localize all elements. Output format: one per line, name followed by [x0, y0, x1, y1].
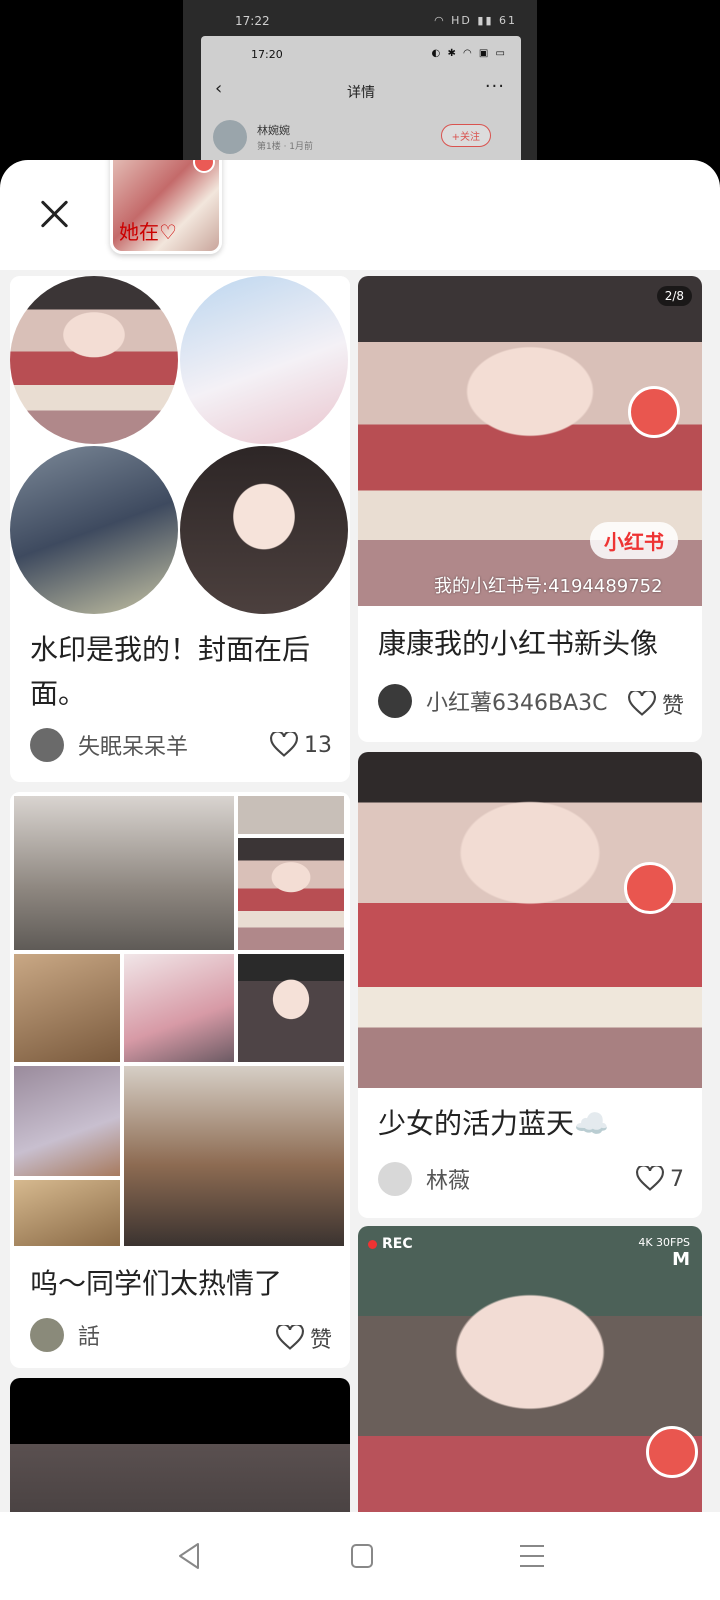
sticker-icon — [646, 1426, 698, 1478]
sticker-icon — [193, 160, 215, 173]
grid-photo — [124, 1066, 344, 1246]
collage-photo — [10, 276, 178, 444]
inner-status-icons: ◐ ✱ ◠ ▣ ▭ — [431, 48, 507, 59]
like-count: 赞 — [309, 1328, 332, 1353]
status-time: 17:22 — [235, 14, 270, 28]
like-count: 7 — [670, 1166, 684, 1192]
like-count: 13 — [304, 732, 332, 758]
result-card-3[interactable]: 呜～同学们太热情了 話 赞 — [10, 792, 350, 1368]
card-image: 2/8 小红书 我的小红书号:4194489752 — [358, 276, 702, 606]
collage-photo — [180, 276, 348, 444]
card-author: 林薇 — [378, 1162, 470, 1196]
query-image-thumbnail[interactable]: 她在♡ — [110, 160, 222, 254]
more-icon: ··· — [484, 76, 505, 97]
like-button[interactable]: 13 — [270, 732, 332, 758]
card-author: 小红薯6346BA3C — [378, 684, 608, 718]
grid-photo — [124, 954, 234, 1062]
follow-button: +关注 — [440, 124, 491, 147]
author-name: 話 — [78, 1325, 101, 1350]
watermark-text: 我的小红书号:4194489752 — [434, 576, 663, 597]
status-icons: ◠ HD ▮▮ 61 — [434, 14, 517, 27]
result-card-1[interactable]: 水印是我的！封面在后面。 失眠呆呆羊 13 — [10, 276, 350, 782]
card-title: 水印是我的！封面在后面。 — [30, 633, 311, 710]
close-icon[interactable] — [30, 190, 78, 238]
sticker-icon — [628, 386, 680, 438]
card-title: 呜～同学们太热情了 — [30, 1267, 283, 1300]
heart-icon — [636, 1166, 664, 1191]
home-icon[interactable] — [344, 1538, 380, 1574]
heart-icon — [270, 732, 298, 757]
card-title: 康康我的小红书新头像 — [378, 627, 659, 660]
card-image: REC 4K 30FPS M — [358, 1226, 702, 1512]
thumbnail-scribble: 她在♡ — [119, 220, 177, 244]
sticker-icon — [624, 862, 676, 914]
inner-status-time: 17:20 — [251, 48, 283, 61]
hud-mode: M — [672, 1249, 690, 1270]
hud-resolution: 4K 30FPS — [638, 1236, 690, 1249]
avatar — [213, 120, 247, 154]
avatar — [30, 1318, 64, 1352]
author-name: 小红薯6346BA3C — [426, 691, 608, 716]
collage-photo — [180, 446, 348, 614]
camera-hud: 4K 30FPS M — [638, 1236, 690, 1270]
grid-photo — [238, 954, 344, 1062]
grid-photo — [14, 1180, 120, 1246]
like-count: 赞 — [661, 694, 684, 719]
grid-photo — [238, 796, 344, 834]
avatar — [378, 684, 412, 718]
results-feed: 水印是我的！封面在后面。 失眠呆呆羊 13 2/8 小红书 我的小红书号:419… — [0, 270, 720, 1512]
author-name: 林薇 — [426, 1169, 471, 1194]
back-icon[interactable] — [172, 1538, 208, 1574]
image-search-sheet: 她在♡ 水印是我的！封面在后面。 失眠呆呆羊 13 2/8 小红书 我的小红书号… — [0, 160, 720, 1512]
result-card-4[interactable]: 少女的活力蓝天☁️ 林薇 7 — [358, 752, 702, 1218]
menu-icon[interactable] — [514, 1538, 550, 1574]
like-button[interactable]: 赞 — [628, 688, 684, 720]
avatar — [378, 1162, 412, 1196]
sheet-header: 她在♡ — [0, 160, 720, 270]
card-author: 話 — [30, 1318, 100, 1352]
status-bar: 17:22 ◠ HD ▮▮ 61 — [183, 10, 537, 34]
heart-icon — [276, 1325, 304, 1350]
heart-icon — [628, 691, 656, 716]
author-name: 林婉婉 — [257, 124, 290, 137]
system-nav-bar — [0, 1512, 720, 1600]
result-card-6[interactable]: REC 4K 30FPS M — [358, 1226, 702, 1512]
rec-indicator: REC — [368, 1236, 413, 1252]
avatar — [30, 728, 64, 762]
card-image-collage — [10, 276, 350, 616]
grid-photo — [14, 796, 234, 950]
grid-photo — [238, 838, 344, 950]
background-screenshot: 17:22 ◠ HD ▮▮ 61 17:20 ◐ ✱ ◠ ▣ ▭ ‹ 详情 ··… — [183, 0, 537, 160]
card-title: 少女的活力蓝天☁️ — [378, 1107, 609, 1140]
collage-photo — [10, 446, 178, 614]
card-image-grid — [10, 792, 350, 1250]
page-title: 详情 — [347, 85, 375, 101]
card-image — [10, 1444, 350, 1512]
image-count-badge: 2/8 — [656, 286, 692, 306]
result-card-5[interactable] — [10, 1378, 350, 1512]
grid-photo — [14, 954, 120, 1062]
like-button[interactable]: 7 — [636, 1166, 684, 1192]
author-meta: 第1楼 · 1月前 — [257, 142, 314, 152]
author-name: 失眠呆呆羊 — [78, 735, 189, 760]
grid-photo — [14, 1066, 120, 1176]
card-image — [358, 752, 702, 1088]
inner-screenshot: 17:20 ◐ ✱ ◠ ▣ ▭ ‹ 详情 ··· 林婉婉 第1楼 · 1月前 +… — [201, 36, 521, 160]
like-button[interactable]: 赞 — [276, 1322, 332, 1354]
result-card-2[interactable]: 2/8 小红书 我的小红书号:4194489752 康康我的小红书新头像 小红薯… — [358, 276, 702, 742]
card-author: 失眠呆呆羊 — [30, 728, 188, 762]
watermark-logo: 小红书 — [590, 522, 678, 559]
